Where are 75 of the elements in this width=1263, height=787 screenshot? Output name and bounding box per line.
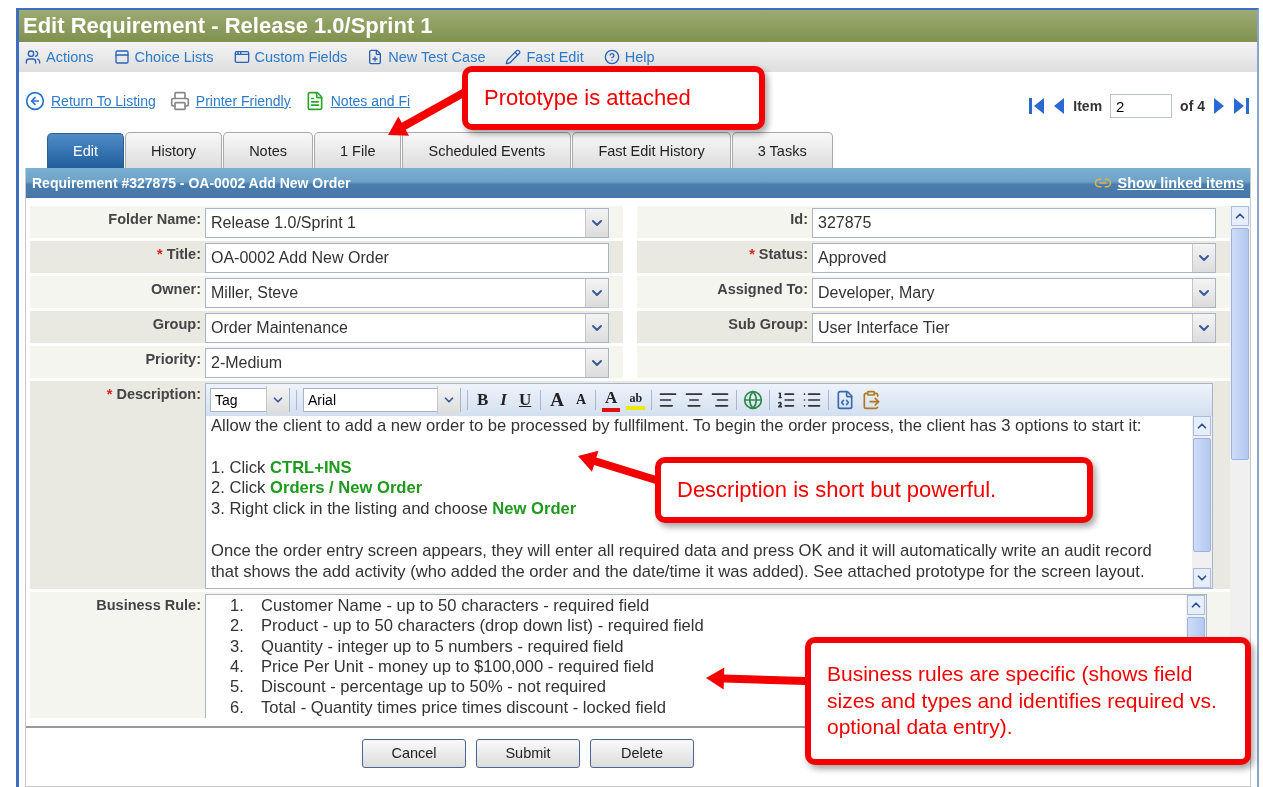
nav-link[interactable]: Printer Friendly xyxy=(169,91,291,111)
format-button[interactable]: A xyxy=(602,388,621,412)
annotation-tooltip: Business rules are specific (shows field sizes and types and identifies required vs. optional data entry). xyxy=(805,637,1251,765)
form-button[interactable]: Delete xyxy=(590,738,694,768)
list-number: 3. xyxy=(230,636,245,657)
field-label: * Title: xyxy=(155,245,202,264)
field-label: * Status: xyxy=(748,245,809,264)
format-button[interactable]: ab xyxy=(626,390,646,410)
pager-label: Item xyxy=(1073,98,1103,114)
format-button[interactable]: A xyxy=(547,389,567,411)
field-label: Sub Group: xyxy=(727,315,809,334)
field-label: Priority: xyxy=(144,350,202,369)
rule-text: Customer Name - up to 50 characters - required field xyxy=(261,596,650,617)
show-linked-link[interactable]: Show linked items xyxy=(1093,174,1244,192)
field-label: Folder Name: xyxy=(107,210,202,229)
field-label: * Description: xyxy=(105,385,202,404)
tab[interactable]: 1 File xyxy=(314,132,402,168)
format-button[interactable]: I xyxy=(497,390,510,410)
dropdown-field[interactable]: Developer, Mary xyxy=(812,278,1216,308)
format-button[interactable]: U xyxy=(515,390,535,410)
description-line: 2. Click Orders / New Order xyxy=(211,478,423,500)
dropdown-field[interactable]: Order Maintenance xyxy=(205,313,609,343)
field-label: Group: xyxy=(151,315,202,334)
rule-text: Quantity - integer up to 5 numbers - required field xyxy=(261,636,624,657)
description-line: Allow the client to add a new order to be processed by fullfilment. To begin the order process, the client has 3 options to start it: xyxy=(211,416,1142,437)
dropdown-field[interactable]: 2-Medium xyxy=(205,348,609,378)
input-field[interactable]: OA-0002 Add New Order xyxy=(205,243,609,273)
nav-link[interactable]: Notes and Fi xyxy=(304,91,411,111)
form-button[interactable]: Submit xyxy=(476,738,580,768)
tab[interactable]: Edit xyxy=(47,133,124,168)
field-label: Owner: xyxy=(150,280,202,299)
description-line: 1. Click CTRL+INS xyxy=(211,457,352,479)
dropdown-field[interactable]: User Interface Tier xyxy=(812,313,1216,343)
list-number: 1. xyxy=(230,596,245,617)
pager-total: of 4 xyxy=(1180,98,1205,114)
toolbar-link[interactable]: Choice Lists xyxy=(113,49,214,65)
list-number: 2. xyxy=(230,616,245,637)
font-dropdown[interactable]: Arial xyxy=(303,388,461,412)
format-button[interactable]: A xyxy=(573,392,590,408)
description-line: Once the order entry screen appears, they will enter all required data and press OK and it will automatically write an audit record xyxy=(211,540,1152,562)
section-title: Requirement #327875 - OA-0002 Add New Order xyxy=(32,175,351,191)
rule-text: Discount - percentage up to 50% - not required xyxy=(261,677,606,698)
toolbar-link[interactable]: Actions xyxy=(25,49,94,65)
toolbar-link[interactable]: Custom Fields xyxy=(233,49,348,65)
rule-text: Product - up to 50 characters (drop down list) - required field xyxy=(261,616,704,637)
nav-link[interactable]: Return To Listing xyxy=(25,91,156,111)
list-number: 5. xyxy=(230,677,245,698)
field-label: Business Rule: xyxy=(95,596,202,615)
item-input[interactable]: 2 xyxy=(1110,94,1173,118)
list-number: 6. xyxy=(230,697,245,718)
dropdown-field[interactable]: Miller, Steve xyxy=(205,278,609,308)
tab[interactable]: Fast Edit History xyxy=(572,132,731,168)
description-line: 3. Right click in the listing and choose New Order xyxy=(211,499,577,520)
annotation-tooltip: Description is short but powerful. xyxy=(655,457,1093,523)
tag-dropdown[interactable]: Tag xyxy=(210,388,290,412)
format-button[interactable]: B xyxy=(474,390,492,410)
annotation-tooltip: Prototype is attached xyxy=(462,66,765,130)
dropdown-field[interactable]: Approved xyxy=(812,243,1216,273)
rule-text: Total - Quantity times price times discount - locked field xyxy=(261,697,666,718)
tab[interactable]: Notes xyxy=(223,132,313,168)
toolbar-link[interactable]: New Test Case xyxy=(367,49,486,65)
tab[interactable]: Scheduled Events xyxy=(402,132,572,168)
rule-text: Price Per Unit - money up to $100,000 - required field xyxy=(261,657,654,678)
toolbar-link[interactable]: Help xyxy=(603,49,655,65)
field-label: Assigned To: xyxy=(716,280,809,299)
field-label: Id: xyxy=(789,210,809,229)
form-button[interactable]: Cancel xyxy=(362,738,466,768)
dropdown-field[interactable]: Release 1.0/Sprint 1 xyxy=(205,208,609,238)
tab[interactable]: 3 Tasks xyxy=(731,132,833,168)
description-line: that shows the add activity (who added the order and the date/time it was added). See attached prototype for the screen layout. xyxy=(211,561,1145,583)
tab[interactable]: History xyxy=(125,132,223,168)
list-number: 4. xyxy=(230,657,245,678)
window-title: Edit Requirement - Release 1.0/Sprint 1 xyxy=(19,10,1257,42)
toolbar-link[interactable]: Fast Edit xyxy=(505,49,584,65)
input-field[interactable]: 327875 xyxy=(812,208,1216,238)
